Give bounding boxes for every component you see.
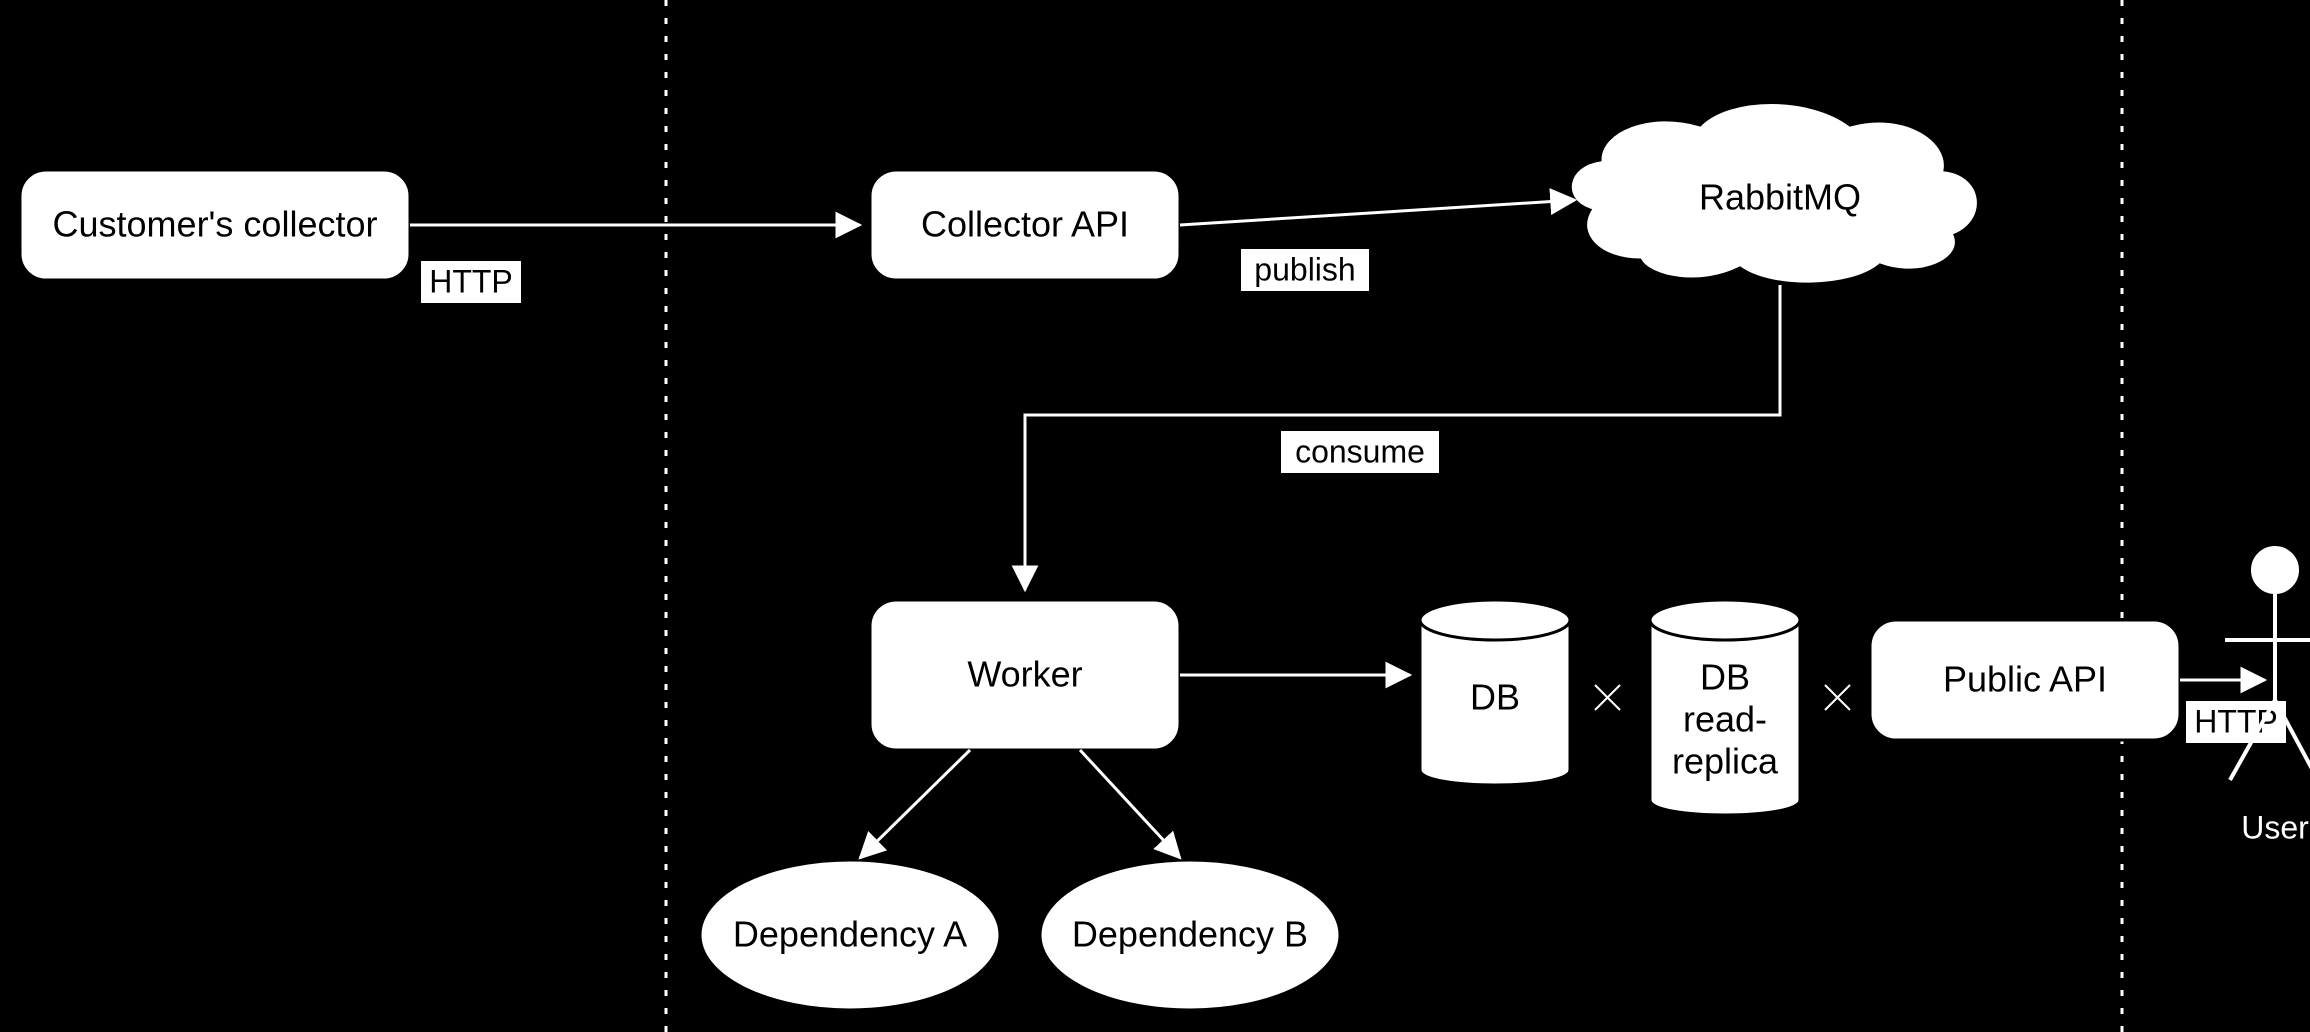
svg-text:publish: publish [1254,251,1355,287]
node-db-replica-label-1: DB [1700,657,1750,698]
edge-worker-to-dep-a [860,750,970,858]
node-worker: Worker [870,600,1180,750]
node-dependency-a-label: Dependency A [733,914,967,955]
node-collector-api-label: Collector API [921,204,1129,245]
edge-label-publish: publish [1240,248,1370,292]
node-db-replica-label-2: read- [1683,699,1767,740]
node-customer-collector: Customer's collector [20,170,410,280]
edge-worker-to-dep-b [1080,750,1180,858]
node-dependency-b: Dependency B [1040,860,1340,1010]
svg-text:HTTP: HTTP [2194,703,2278,739]
node-public-api: Public API [1870,620,2180,740]
edge-label-http-1: HTTP [420,260,522,304]
node-collector-api: Collector API [870,170,1180,280]
node-public-api-label: Public API [1943,659,2107,700]
edge-replica-to-publicapi [1825,685,1850,710]
edge-label-consume: consume [1280,430,1440,474]
edge-collector-to-rabbitmq [1180,200,1575,225]
actor-user [2225,548,2310,780]
actor-user-label: User [2241,809,2309,845]
edge-db-to-replica [1595,685,1620,710]
node-db: DB [1420,600,1570,785]
node-worker-label: Worker [967,654,1082,695]
node-rabbitmq: RabbitMQ [1570,103,1978,285]
node-db-replica-label-3: replica [1672,741,1779,782]
node-dependency-a: Dependency A [700,860,1000,1010]
architecture-diagram: Customer's collector Collector API Rabbi… [0,0,2310,1032]
node-dependency-b-label: Dependency B [1072,914,1308,955]
svg-text:consume: consume [1295,433,1425,469]
node-db-label: DB [1470,677,1520,718]
svg-text:HTTP: HTTP [429,263,513,299]
node-rabbitmq-label: RabbitMQ [1699,177,1861,218]
node-customer-collector-label: Customer's collector [53,204,378,245]
node-db-replica: DB read- replica [1650,600,1800,815]
